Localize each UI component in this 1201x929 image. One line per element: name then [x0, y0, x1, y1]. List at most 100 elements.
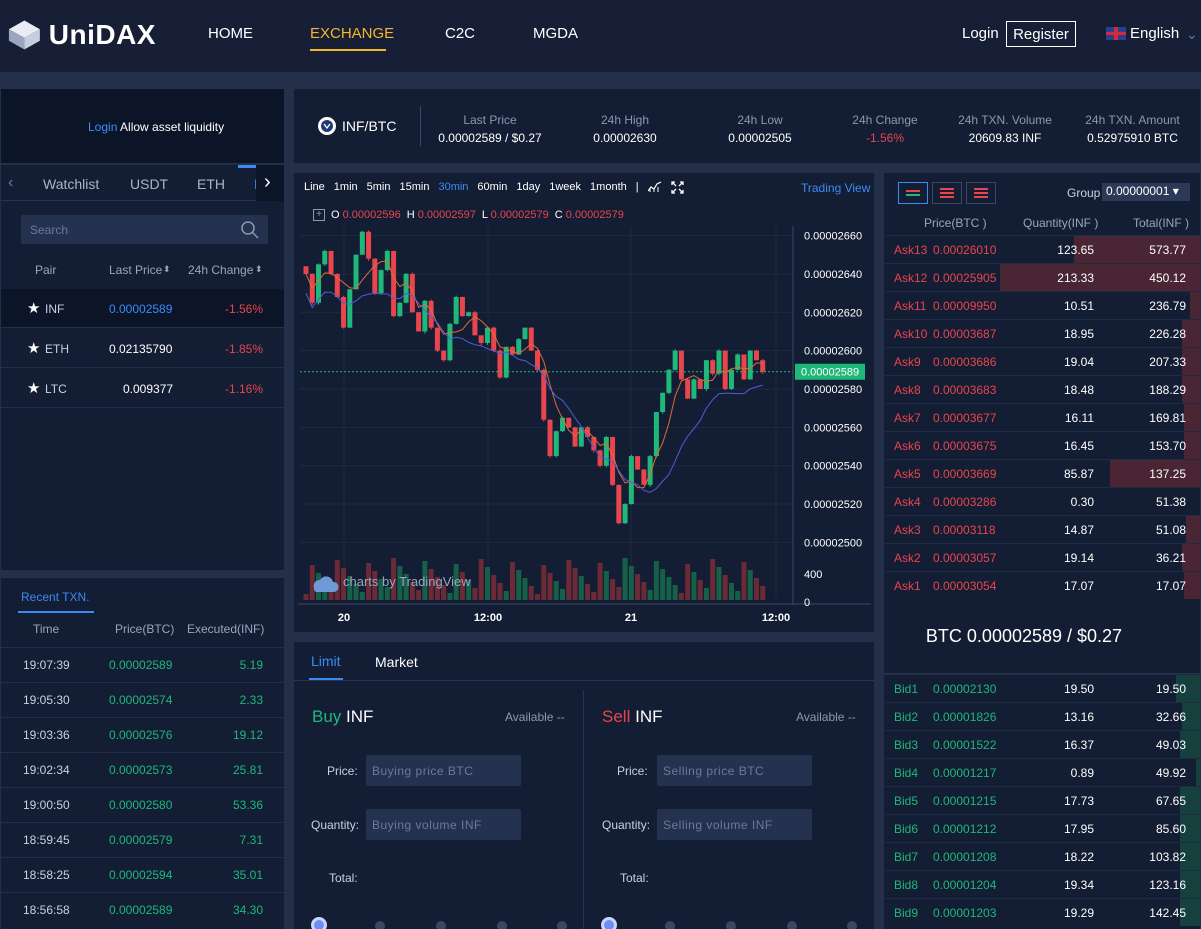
- orderbook-asks-view-button[interactable]: [932, 182, 962, 204]
- volume-bar: [503, 591, 509, 600]
- search-icon[interactable]: [240, 220, 260, 240]
- brand-logo[interactable]: UniDAX: [6, 18, 156, 52]
- candle-body: [641, 469, 647, 485]
- txn-time: 18:56:58: [23, 903, 70, 917]
- interval-5min[interactable]: 5min: [367, 181, 391, 197]
- bid-row[interactable]: Bid5 0.00001215 17.73 67.65: [884, 786, 1200, 814]
- orderbook-bids-view-button[interactable]: [966, 182, 996, 204]
- tab-market[interactable]: Market: [375, 654, 418, 670]
- login-prompt-link[interactable]: Login: [88, 120, 117, 134]
- buy-slider-step[interactable]: [436, 921, 446, 929]
- volume-bar: [497, 583, 503, 600]
- indicators-icon[interactable]: [647, 181, 662, 197]
- sell-asset: INF: [635, 707, 663, 726]
- bid-row[interactable]: Bid1 0.00002130 19.50 19.50: [884, 674, 1200, 702]
- sell-slider-step[interactable]: [787, 921, 797, 929]
- bid-row[interactable]: Bid9 0.00001203 19.29 142.45: [884, 898, 1200, 926]
- buy-slider-step[interactable]: [375, 921, 385, 929]
- bid-row[interactable]: Bid4 0.00001217 0.89 49.92: [884, 758, 1200, 786]
- trading-view-link[interactable]: Trading View: [801, 181, 870, 195]
- chevron-down-icon[interactable]: ⌄: [1186, 26, 1198, 43]
- ask-row[interactable]: Ask8 0.00003683 18.48 188.29: [884, 375, 1200, 403]
- ask-row[interactable]: Ask10 0.00003687 18.95 226.28: [884, 319, 1200, 347]
- interval-30min[interactable]: 30min: [438, 181, 468, 197]
- chevron-left-icon[interactable]: ‹: [8, 174, 13, 192]
- language-selector[interactable]: English: [1106, 25, 1179, 42]
- ask-row[interactable]: Ask7 0.00003677 16.11 169.81: [884, 403, 1200, 431]
- candlestick-chart[interactable]: 0.00002660 0.00002640 0.00002620 0.00002600…: [298, 226, 871, 630]
- fullscreen-icon[interactable]: [670, 181, 684, 197]
- sell-price-input[interactable]: Selling price BTC: [657, 755, 812, 786]
- ask-row[interactable]: Ask3 0.00003118 14.87 51.08: [884, 515, 1200, 543]
- sell-slider-handle[interactable]: [601, 917, 617, 929]
- nav-home[interactable]: HOME: [208, 25, 253, 42]
- ask-price: 0.00003677: [933, 411, 997, 425]
- sort-icon[interactable]: ⬍: [163, 264, 171, 275]
- sell-slider-step[interactable]: [847, 921, 857, 929]
- star-icon[interactable]: ★: [27, 379, 40, 397]
- sort-icon[interactable]: ⬍: [255, 264, 263, 275]
- orderbook-both-view-button[interactable]: [898, 182, 928, 204]
- interval-1week[interactable]: 1week: [549, 181, 581, 197]
- plus-icon[interactable]: +: [313, 209, 325, 221]
- tab-watchlist[interactable]: Watchlist: [43, 176, 99, 192]
- nav-c2c[interactable]: C2C: [445, 25, 475, 42]
- bid-price: 0.00001217: [933, 766, 997, 780]
- candle-body: [703, 360, 709, 389]
- star-icon[interactable]: ★: [27, 339, 40, 357]
- interval-15min[interactable]: 15min: [399, 181, 429, 197]
- nav-mgda[interactable]: MGDA: [533, 25, 578, 42]
- market-row[interactable]: ★ LTC 0.009377 -1.16%: [1, 369, 284, 408]
- ask-level: Ask13: [894, 243, 928, 257]
- sell-slider-step[interactable]: [665, 921, 675, 929]
- buy-slider-handle[interactable]: [311, 917, 327, 929]
- tab-eth[interactable]: ETH: [197, 176, 225, 192]
- col-24h-change[interactable]: 24h Change: [188, 263, 253, 277]
- sell-slider-step[interactable]: [726, 921, 736, 929]
- interval-1min[interactable]: 1min: [334, 181, 358, 197]
- ask-row[interactable]: Ask2 0.00003057 19.14 36.21: [884, 543, 1200, 571]
- volume-bar: [610, 579, 616, 600]
- bid-row[interactable]: Bid3 0.00001522 16.37 49.03: [884, 730, 1200, 758]
- ask-row[interactable]: Ask9 0.00003686 19.04 207.33: [884, 347, 1200, 375]
- nav-exchange[interactable]: EXCHANGE: [310, 25, 394, 42]
- interval-1month[interactable]: 1month: [590, 181, 627, 197]
- buy-quantity-input[interactable]: Buying volume INF: [366, 809, 521, 840]
- candle-body: [397, 302, 403, 317]
- bid-row[interactable]: Bid8 0.00001204 19.34 123.16: [884, 870, 1200, 898]
- ask-row[interactable]: Ask1 0.00003054 17.07 17.07: [884, 571, 1200, 599]
- txn-quantity: 34.30: [232, 903, 263, 917]
- interval-1day[interactable]: 1day: [516, 181, 540, 197]
- bid-row[interactable]: Bid2 0.00001826 13.16 32.66: [884, 702, 1200, 730]
- ask-row[interactable]: Ask13 0.00026010 123.65 573.77: [884, 235, 1200, 263]
- buy-slider-step[interactable]: [497, 921, 507, 929]
- tab-limit[interactable]: Limit: [311, 653, 341, 669]
- register-button[interactable]: Register: [1006, 21, 1076, 47]
- ask-row[interactable]: Ask12 0.00025905 213.33 450.12: [884, 263, 1200, 291]
- bid-row[interactable]: Bid7 0.00001208 18.22 103.82: [884, 842, 1200, 870]
- bid-level: Bid3: [894, 738, 919, 752]
- ask-row[interactable]: Ask4 0.00003286 0.30 51.38: [884, 487, 1200, 515]
- volume-bar: [747, 570, 753, 600]
- ask-row[interactable]: Ask11 0.00009950 10.51 236.79: [884, 291, 1200, 319]
- buy-slider-step[interactable]: [557, 921, 567, 929]
- pair-selector[interactable]: INF/BTC: [318, 117, 396, 135]
- star-icon[interactable]: ★: [27, 299, 40, 317]
- login-link[interactable]: Login: [962, 25, 999, 42]
- tab-usdt[interactable]: USDT: [130, 176, 168, 192]
- ask-row[interactable]: Ask5 0.00003669 85.87 137.25: [884, 459, 1200, 487]
- buy-price-input[interactable]: Buying price BTC: [366, 755, 521, 786]
- candle-body: [372, 258, 378, 294]
- interval-line[interactable]: Line: [304, 181, 325, 197]
- sell-quantity-input[interactable]: Selling volume INF: [657, 809, 812, 840]
- market-row[interactable]: ★ INF 0.00002589 -1.56%: [1, 289, 284, 328]
- ask-row[interactable]: Ask6 0.00003675 16.45 153.70: [884, 431, 1200, 459]
- col-last-price[interactable]: Last Price: [109, 263, 162, 277]
- ask-quantity: 85.87: [1063, 467, 1094, 481]
- bid-row[interactable]: Bid6 0.00001212 17.95 85.60: [884, 814, 1200, 842]
- group-select[interactable]: 0.00000001 ▾: [1102, 183, 1190, 201]
- chevron-right-icon[interactable]: ›: [264, 171, 271, 194]
- market-row[interactable]: ★ ETH 0.02135790 -1.85%: [1, 329, 284, 368]
- tab-recent-txn[interactable]: Recent TXN.: [21, 590, 89, 604]
- interval-60min[interactable]: 60min: [477, 181, 507, 197]
